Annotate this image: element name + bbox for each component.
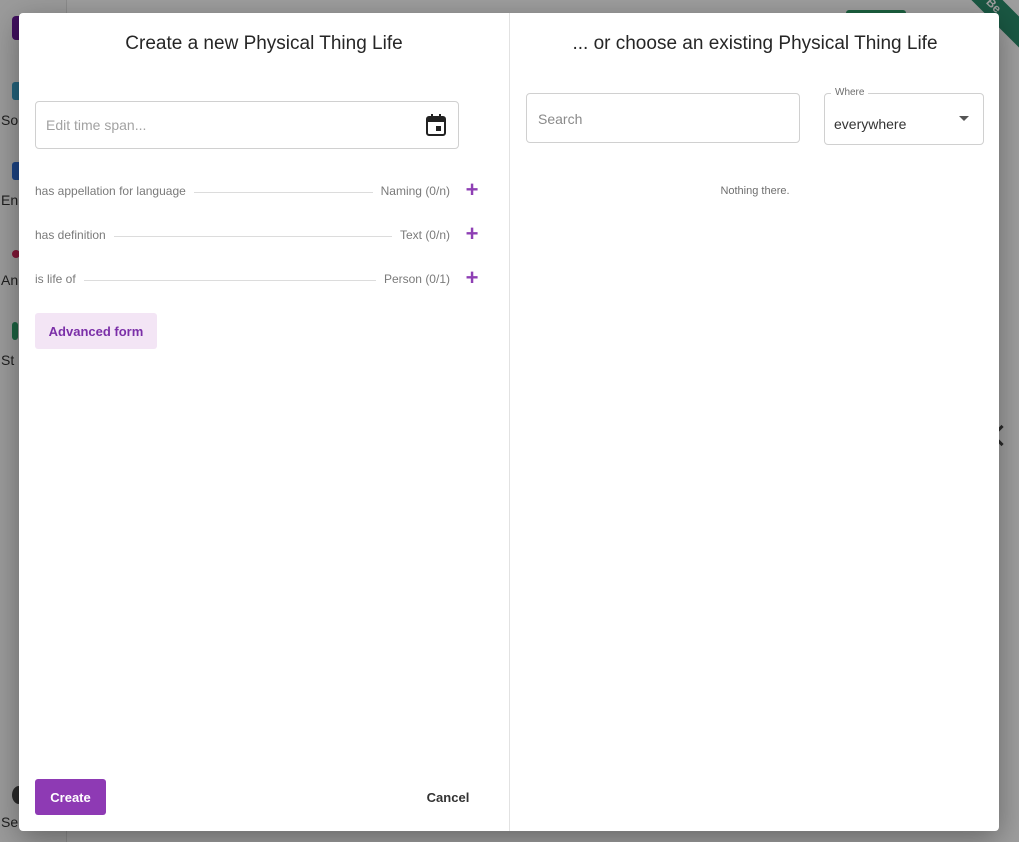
property-row-life-of: is life of Person (0/1) + <box>35 266 495 290</box>
property-row-definition: has definition Text (0/n) + <box>35 222 495 246</box>
where-label: Where <box>831 87 869 98</box>
property-range: Text (0/n) <box>391 228 450 242</box>
property-range-class: Text <box>399 228 422 242</box>
search-input[interactable] <box>536 108 790 130</box>
timespan-field[interactable]: Edit time span... <box>35 101 459 149</box>
create-panel: Create a new Physical Thing Life Edit ti… <box>19 13 509 831</box>
property-label: has appellation for language <box>35 184 194 198</box>
add-appellation-button[interactable]: + <box>463 178 481 202</box>
property-cardinality: (0/1) <box>425 272 450 286</box>
add-person-button[interactable]: + <box>463 266 481 290</box>
empty-results-text: Nothing there. <box>720 185 790 197</box>
property-range: Naming (0/n) <box>372 184 450 198</box>
timespan-placeholder: Edit time span... <box>46 117 147 133</box>
choose-existing-panel: ... or choose an existing Physical Thing… <box>509 13 999 831</box>
property-cardinality: (0/n) <box>425 228 450 242</box>
create-button[interactable]: Create <box>35 779 106 815</box>
where-select[interactable]: Where everywhere <box>824 87 984 145</box>
property-range-class: Naming <box>380 184 422 198</box>
advanced-form-button[interactable]: Advanced form <box>35 313 157 349</box>
where-value: everywhere <box>834 116 907 132</box>
create-or-choose-dialog: Create a new Physical Thing Life Edit ti… <box>19 13 999 831</box>
property-label: has definition <box>35 228 114 242</box>
property-range: Person (0/1) <box>375 272 450 286</box>
search-field[interactable] <box>526 93 800 143</box>
choose-panel-title: ... or choose an existing Physical Thing… <box>572 33 938 54</box>
cancel-button[interactable]: Cancel <box>417 783 479 811</box>
dropdown-caret-icon <box>959 116 969 121</box>
calendar-icon[interactable] <box>426 114 446 136</box>
property-label: is life of <box>35 272 84 286</box>
property-range-class: Person <box>383 272 422 286</box>
property-cardinality: (0/n) <box>425 184 450 198</box>
property-row-appellation: has appellation for language Naming (0/n… <box>35 178 495 202</box>
add-definition-button[interactable]: + <box>463 222 481 246</box>
create-panel-title: Create a new Physical Thing Life <box>125 33 403 54</box>
